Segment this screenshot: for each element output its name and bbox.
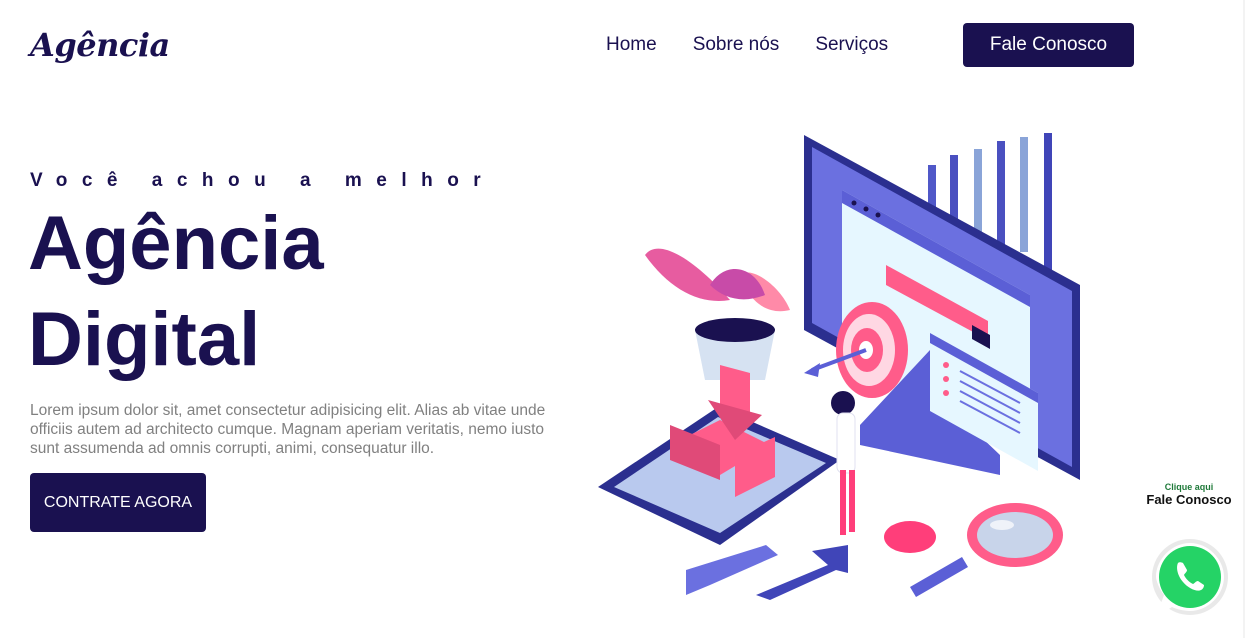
hero-title-line2: Digital (28, 297, 261, 382)
site-logo[interactable]: Agência (30, 26, 170, 64)
hero-eyebrow: Você achou a melhor (30, 170, 496, 191)
plant-graphic (645, 248, 790, 380)
whatsapp-label-small: Clique aqui (1164, 482, 1214, 492)
magnifier-graphic (910, 503, 1063, 597)
digital-marketing-illustration (598, 133, 1080, 600)
whatsapp-label-big: Fale Conosco (1146, 492, 1232, 507)
hero-title: Agência Digital (28, 196, 324, 388)
hero-title-line1: Agência (28, 201, 324, 286)
tablet-graphic (598, 365, 840, 545)
fale-conosco-button[interactable]: Fale Conosco (963, 23, 1134, 67)
nav-home[interactable]: Home (606, 34, 657, 56)
contrate-agora-button[interactable]: CONTRATE AGORA (30, 473, 206, 532)
whatsapp-icon[interactable] (1148, 537, 1232, 621)
whatsapp-label[interactable]: Clique aqui Fale Conosco (1140, 482, 1238, 507)
nav-servicos[interactable]: Serviços (815, 34, 888, 56)
nav-sobre-nos[interactable]: Sobre nós (693, 34, 780, 56)
main-nav: Home Sobre nós Serviços (606, 34, 888, 56)
hero-description: Lorem ipsum dolor sit, amet consectetur … (30, 402, 546, 457)
